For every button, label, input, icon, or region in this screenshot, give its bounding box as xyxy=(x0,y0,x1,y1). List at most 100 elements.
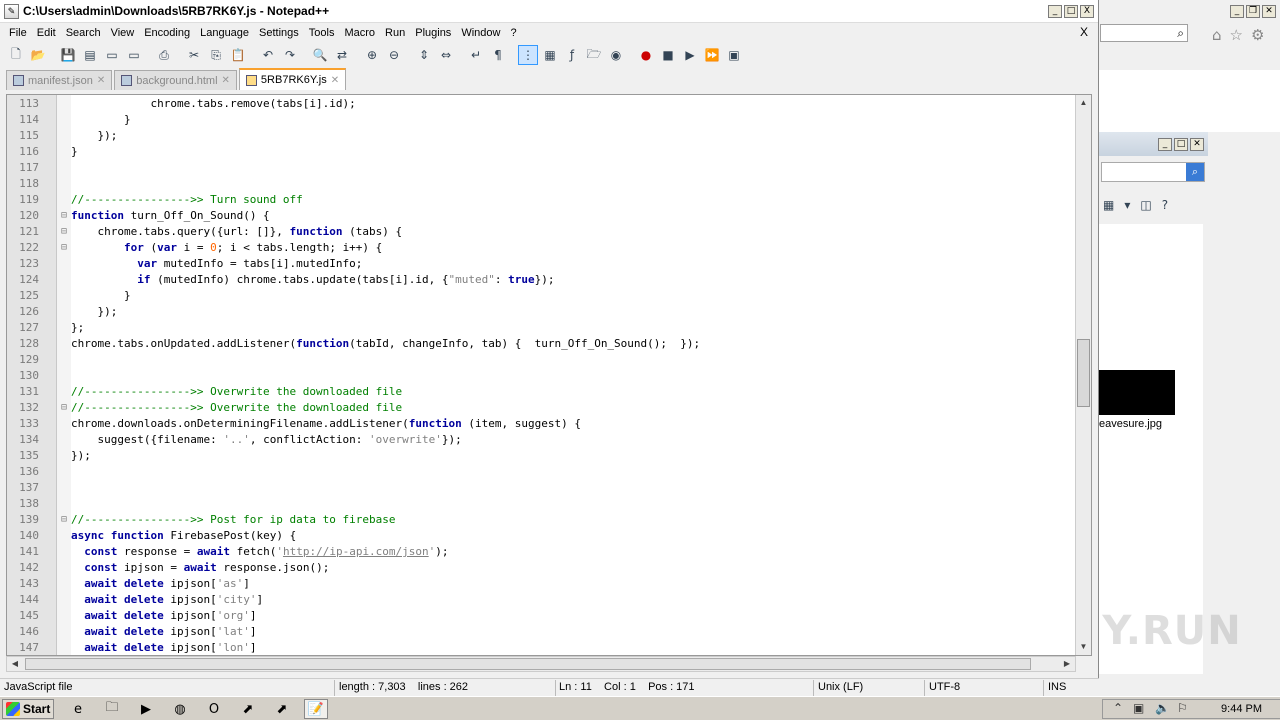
function-list-icon[interactable]: ƒ xyxy=(562,45,582,65)
code-line[interactable]: 136 xyxy=(7,464,1077,480)
sync-h-icon[interactable]: ⇔ xyxy=(436,45,456,65)
menu-settings[interactable]: Settings xyxy=(254,27,304,39)
volume-icon[interactable]: 🔈 xyxy=(1155,701,1170,715)
close-icon[interactable]: ✕ xyxy=(1262,4,1276,18)
code-line[interactable]: 123 var mutedInfo = tabs[i].mutedInfo; xyxy=(7,256,1077,272)
gear-icon[interactable]: ⚙ xyxy=(1251,26,1264,44)
tab-close-icon[interactable]: ✕ xyxy=(222,75,230,86)
code-line[interactable]: 142 const ipjson = await response.json()… xyxy=(7,560,1077,576)
monitoring-icon[interactable]: ◉ xyxy=(606,45,626,65)
network-icon[interactable]: ▣ xyxy=(1133,701,1144,715)
opera-icon[interactable]: O xyxy=(202,699,226,719)
vertical-scrollbar[interactable]: ▲ ▼ xyxy=(1075,95,1091,655)
views-icon[interactable]: ▦ xyxy=(1103,198,1114,212)
app-icon-2[interactable]: ⬈ xyxy=(270,699,294,719)
indent-guide-icon[interactable]: ⋮ xyxy=(518,45,538,65)
scroll-down-icon[interactable]: ▼ xyxy=(1076,639,1091,655)
code-line[interactable]: 134 suggest({filename: '..', conflictAct… xyxy=(7,432,1077,448)
code-line[interactable]: 133 chrome.downloads.onDeterminingFilenam… xyxy=(7,416,1077,432)
code-line[interactable]: 135}); xyxy=(7,448,1077,464)
tab-background-html[interactable]: background.html ✕ xyxy=(114,70,237,90)
code-line[interactable]: 145 await delete ipjson['org'] xyxy=(7,608,1077,624)
close-icon[interactable]: ▭ xyxy=(102,45,122,65)
menu-view[interactable]: View xyxy=(106,27,140,39)
url-token[interactable]: http://ip-api.com/json xyxy=(283,545,429,558)
sync-v-icon[interactable]: ⇕ xyxy=(414,45,434,65)
code-line[interactable]: 115 }); xyxy=(7,128,1077,144)
home-icon[interactable]: ⌂ xyxy=(1212,26,1222,44)
code-line[interactable]: 147 await delete ipjson['lon'] xyxy=(7,640,1077,655)
code-line[interactable]: 129 xyxy=(7,352,1077,368)
zoom-in-icon[interactable]: ⊕ xyxy=(362,45,382,65)
fold-toggle-icon[interactable]: ⊟ xyxy=(58,512,70,528)
menu-search[interactable]: Search xyxy=(61,27,106,39)
save-macro-icon[interactable]: ▣ xyxy=(724,45,744,65)
show-all-chars-icon[interactable]: ¶ xyxy=(488,45,508,65)
scroll-left-icon[interactable]: ◀ xyxy=(7,657,23,671)
file-name-label[interactable]: eavesure.jpg xyxy=(1099,418,1162,430)
preview-pane-icon[interactable]: ◫ xyxy=(1140,198,1151,212)
close-icon[interactable]: ✕ xyxy=(1190,137,1204,151)
minimize-icon[interactable]: _ xyxy=(1158,137,1172,151)
code-line[interactable]: 139 ⊟//---------------->> Post for ip dat… xyxy=(7,512,1077,528)
maximize-button[interactable]: □ xyxy=(1064,5,1078,18)
code-line[interactable]: 119 //---------------->> Turn sound off xyxy=(7,192,1077,208)
code-line[interactable]: 138 xyxy=(7,496,1077,512)
menu-tools[interactable]: Tools xyxy=(304,27,340,39)
horizontal-scrollbar[interactable]: ◀ ▶ xyxy=(6,656,1076,672)
save-icon[interactable]: 💾 xyxy=(58,45,78,65)
start-button[interactable]: Start xyxy=(2,699,54,719)
cut-icon[interactable]: ✂ xyxy=(184,45,204,65)
fold-toggle-icon[interactable]: ⊟ xyxy=(58,240,70,256)
menu-edit[interactable]: Edit xyxy=(32,27,61,39)
print-icon[interactable]: ⎙ xyxy=(154,45,174,65)
code-line[interactable]: 114 } xyxy=(7,112,1077,128)
paste-icon[interactable]: 📋 xyxy=(228,45,248,65)
tab-manifest-json[interactable]: manifest.json ✕ xyxy=(6,70,113,90)
redo-icon[interactable]: ↷ xyxy=(280,45,300,65)
code-line[interactable]: 130 xyxy=(7,368,1077,384)
doc-map-icon[interactable]: ▦ xyxy=(540,45,560,65)
media-player-icon[interactable]: ▶ xyxy=(134,699,158,719)
menu-encoding[interactable]: Encoding xyxy=(139,27,195,39)
flag-icon[interactable]: ⚐ xyxy=(1177,701,1188,715)
code-line[interactable]: 126 }); xyxy=(7,304,1077,320)
code-line[interactable]: 113 chrome.tabs.remove(tabs[i].id); xyxy=(7,96,1077,112)
code-line[interactable]: 121 ⊟ chrome.tabs.query({url: []}, functi… xyxy=(7,224,1077,240)
code-line[interactable]: 122 ⊟ for (var i = 0; i < tabs.length; i+… xyxy=(7,240,1077,256)
menu-file[interactable]: File xyxy=(4,27,32,39)
menu-help[interactable]: ? xyxy=(505,27,521,39)
notepadpp-icon[interactable]: 📝 xyxy=(304,699,328,719)
zoom-out-icon[interactable]: ⊖ xyxy=(384,45,404,65)
explorer-icon[interactable]: 🗀 xyxy=(100,699,124,719)
open-file-icon[interactable]: 📂 xyxy=(28,45,48,65)
horizontal-scroll-thumb[interactable] xyxy=(25,658,1031,670)
restore-icon[interactable]: ❐ xyxy=(1246,4,1260,18)
star-icon[interactable]: ☆ xyxy=(1230,26,1243,44)
code-editor[interactable]: 113 chrome.tabs.remove(tabs[i].id); 114 }… xyxy=(6,94,1092,656)
new-file-icon[interactable]: 🗋 xyxy=(6,45,26,65)
tab-5rb7rk6y-js[interactable]: 5RB7RK6Y.js ✕ xyxy=(238,68,347,90)
code-line[interactable]: 127}; xyxy=(7,320,1077,336)
fold-toggle-icon[interactable]: ⊟ xyxy=(58,224,70,240)
replace-icon[interactable]: ⇄ xyxy=(332,45,352,65)
fold-toggle-icon[interactable]: ⊟ xyxy=(58,400,70,416)
browser-search-box[interactable]: ⌕ xyxy=(1100,24,1188,42)
code-line[interactable]: 128 chrome.tabs.onUpdated.addListener(fun… xyxy=(7,336,1077,352)
fold-toggle-icon[interactable]: ⊟ xyxy=(58,208,70,224)
stop-macro-icon[interactable]: ■ xyxy=(658,45,678,65)
minimize-icon[interactable]: _ xyxy=(1230,4,1244,18)
word-wrap-icon[interactable]: ↵ xyxy=(466,45,486,65)
image-thumbnail[interactable] xyxy=(1099,370,1175,415)
close-document-button[interactable]: X xyxy=(1080,25,1088,39)
chevron-down-icon[interactable]: ▾ xyxy=(1124,198,1130,212)
code-line[interactable]: 146 await delete ipjson['lat'] xyxy=(7,624,1077,640)
ie-icon[interactable]: e xyxy=(66,699,90,719)
find-icon[interactable]: 🔍 xyxy=(310,45,330,65)
code-line[interactable]: 116} xyxy=(7,144,1077,160)
code-line[interactable]: 131 //---------------->> Overwrite the do… xyxy=(7,384,1077,400)
search-icon[interactable]: ⌕ xyxy=(1186,163,1204,181)
code-line[interactable]: 117 xyxy=(7,160,1077,176)
scroll-up-icon[interactable]: ▲ xyxy=(1076,95,1091,111)
menu-language[interactable]: Language xyxy=(195,27,254,39)
